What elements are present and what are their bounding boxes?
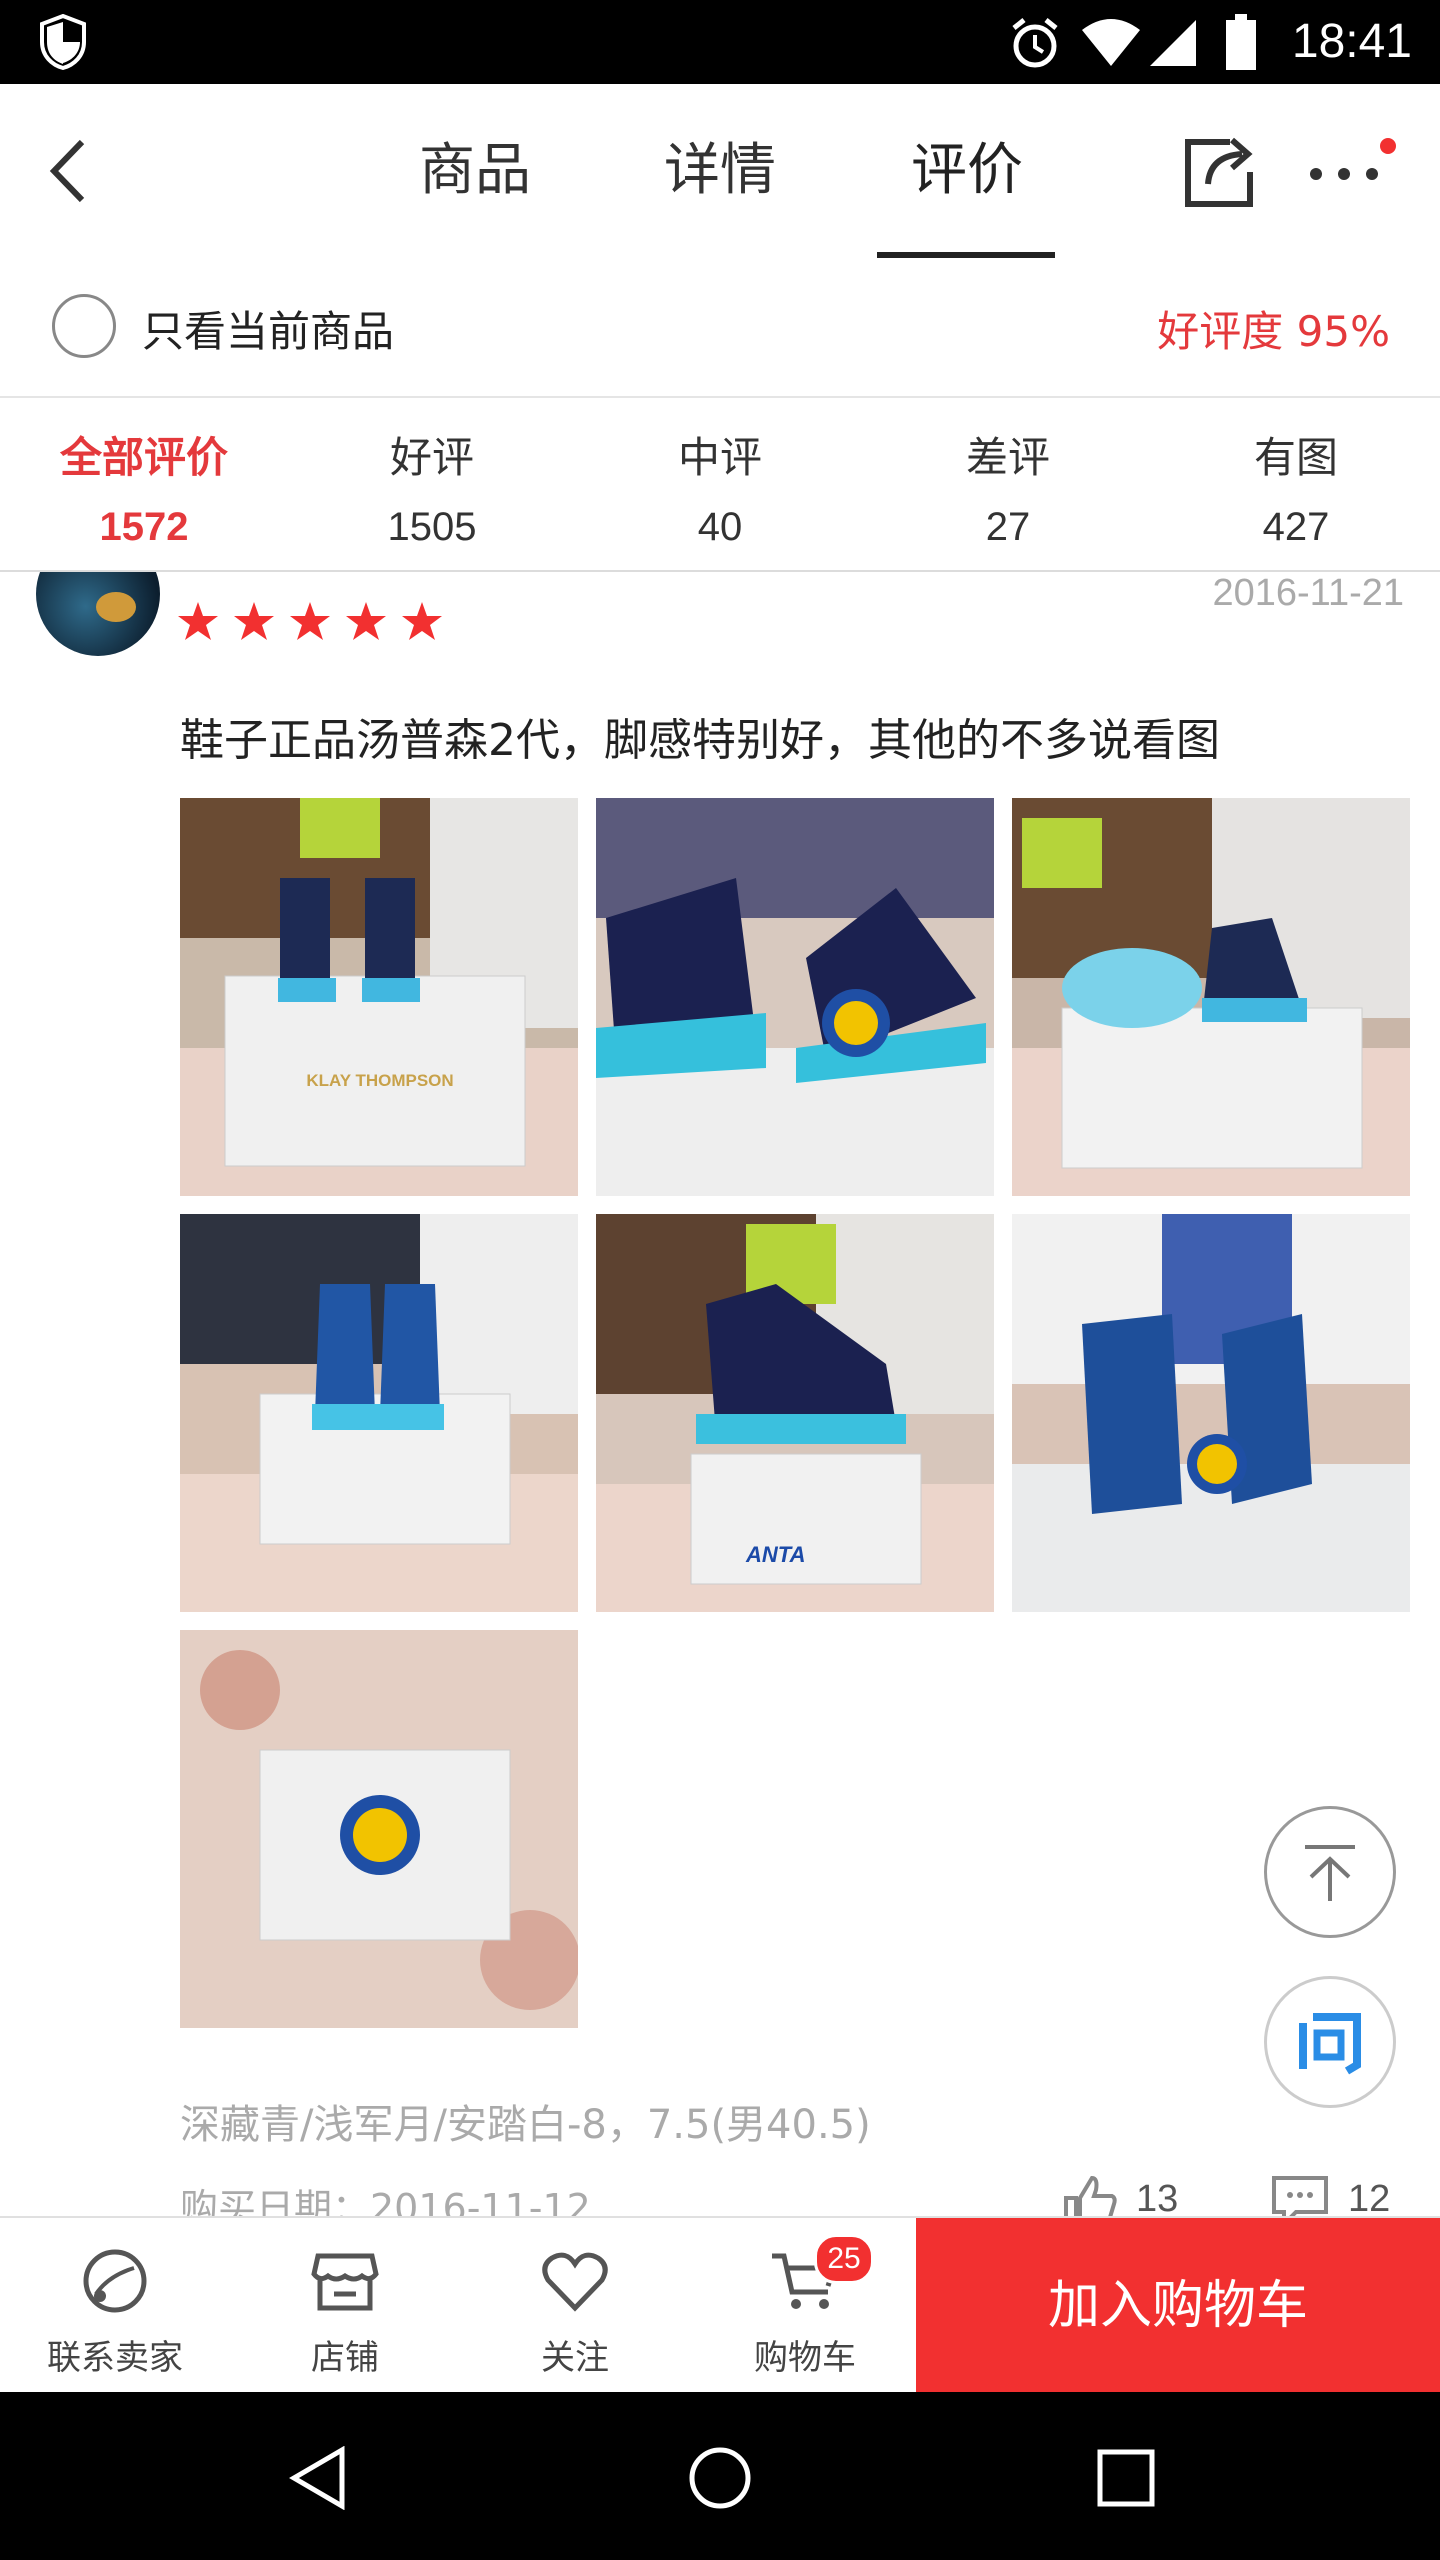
stat-bad-label: 差评	[965, 433, 1050, 482]
stat-bad-count: 27	[985, 505, 1031, 549]
review-photo-1[interactable]: KLAY THOMPSON	[180, 798, 578, 1196]
box-label-1: KLAY THOMPSON	[306, 1071, 453, 1090]
alarm-icon	[1008, 16, 1062, 70]
like-button[interactable]: 13	[1062, 2172, 1192, 2216]
review-photo-3[interactable]	[1012, 798, 1410, 1196]
chat-bubble-icon	[83, 2249, 147, 2313]
back-icon[interactable]	[40, 136, 100, 206]
arrow-up-icon	[1305, 1845, 1355, 1901]
stat-photos-label: 有图	[1253, 433, 1338, 482]
positive-rate: 好评度 95%	[1157, 307, 1390, 356]
like-count: 13	[1136, 2178, 1179, 2216]
stat-medium[interactable]: 中评 40	[576, 398, 864, 550]
nav-home-icon[interactable]	[688, 2446, 752, 2510]
top-nav: 商品 详情 评价	[0, 84, 1440, 260]
notification-dot	[1380, 138, 1396, 154]
stat-all-label: 全部评价	[59, 433, 228, 482]
question-icon	[1299, 2013, 1361, 2075]
review-photo-6[interactable]	[1012, 1214, 1410, 1612]
stat-medium-label: 中评	[677, 433, 762, 482]
stat-all[interactable]: 全部评价 1572	[0, 398, 288, 550]
heart-icon	[542, 2252, 608, 2312]
review-photo-7[interactable]	[180, 1630, 578, 2028]
contact-seller-button[interactable]: 联系卖家	[0, 2218, 230, 2394]
shop-label: 店铺	[311, 2338, 379, 2378]
purchase-date: 购买日期：2016-11-12	[180, 2186, 591, 2216]
review-stats: 全部评价 1572 好评 1505 中评 40 差评 27 有图 427	[0, 398, 1440, 572]
cart-label: 购物车	[754, 2338, 856, 2378]
nav-recents-icon[interactable]	[1096, 2448, 1156, 2508]
status-bar: 18:41	[0, 0, 1440, 84]
tab-reviews[interactable]: 评价	[872, 84, 1062, 258]
stat-all-count: 1572	[99, 505, 189, 549]
system-nav-bar	[0, 2392, 1440, 2560]
box-label-2: ANTA	[745, 1542, 805, 1567]
filter-row: 只看当前商品 好评度 95%	[0, 258, 1440, 398]
review-text: 鞋子正品汤普森2代，脚感特别好，其他的不多说看图	[180, 715, 1220, 766]
ask-button[interactable]	[1264, 1976, 1396, 2108]
add-to-cart-button[interactable]: 加入购物车	[916, 2218, 1440, 2394]
avatar[interactable]	[36, 572, 160, 656]
review-photo-4[interactable]	[180, 1214, 578, 1612]
cart-button[interactable]: 25 购物车	[690, 2218, 920, 2394]
status-time: 18:41	[1291, 15, 1412, 68]
tab-product[interactable]: 商品	[380, 84, 570, 258]
stat-bad[interactable]: 差评 27	[864, 398, 1152, 550]
only-current-label[interactable]: 只看当前商品	[142, 298, 394, 359]
store-icon	[311, 2253, 379, 2311]
comment-icon	[1272, 2176, 1328, 2216]
cart-badge: 25	[814, 2234, 874, 2284]
more-icon[interactable]	[1306, 164, 1386, 184]
bottom-action-bar: 联系卖家 店铺 关注 25 购物车 加入购物车	[0, 2216, 1440, 2394]
shield-icon	[38, 13, 88, 71]
review-photo-5[interactable]: ANTA	[596, 1214, 994, 1612]
review-card: 2016-11-21 鞋子正品汤普森2代，脚感特别好，其他的不多说看图 KLAY…	[0, 572, 1440, 2216]
scroll-to-top-button[interactable]	[1264, 1806, 1396, 1938]
wifi-icon	[1080, 18, 1142, 68]
comment-count: 12	[1348, 2178, 1391, 2216]
signal-icon	[1148, 18, 1198, 68]
shop-button[interactable]: 店铺	[230, 2218, 460, 2394]
follow-label: 关注	[541, 2338, 609, 2378]
only-current-checkbox[interactable]	[52, 294, 116, 358]
battery-icon	[1226, 14, 1256, 70]
nav-back-icon[interactable]	[286, 2446, 350, 2510]
contact-seller-label: 联系卖家	[47, 2338, 183, 2378]
stat-with-photos[interactable]: 有图 427	[1152, 398, 1440, 550]
stat-good-label: 好评	[389, 433, 474, 482]
stat-good[interactable]: 好评 1505	[288, 398, 576, 550]
comment-button[interactable]: 12	[1270, 2172, 1410, 2216]
follow-button[interactable]: 关注	[460, 2218, 690, 2394]
rating-stars	[176, 600, 476, 644]
tab-details[interactable]: 详情	[625, 84, 815, 258]
review-sku: 深藏青/浅军月/安踏白-8，7.5(男40.5)	[180, 2102, 871, 2148]
review-photo-2[interactable]	[596, 798, 994, 1196]
stat-good-count: 1505	[387, 505, 477, 549]
review-date: 2016-11-21	[1212, 572, 1404, 614]
thumbs-up-icon	[1064, 2175, 1117, 2216]
stat-medium-count: 40	[697, 505, 743, 549]
stat-photos-count: 427	[1262, 505, 1330, 549]
share-icon[interactable]	[1180, 132, 1260, 212]
